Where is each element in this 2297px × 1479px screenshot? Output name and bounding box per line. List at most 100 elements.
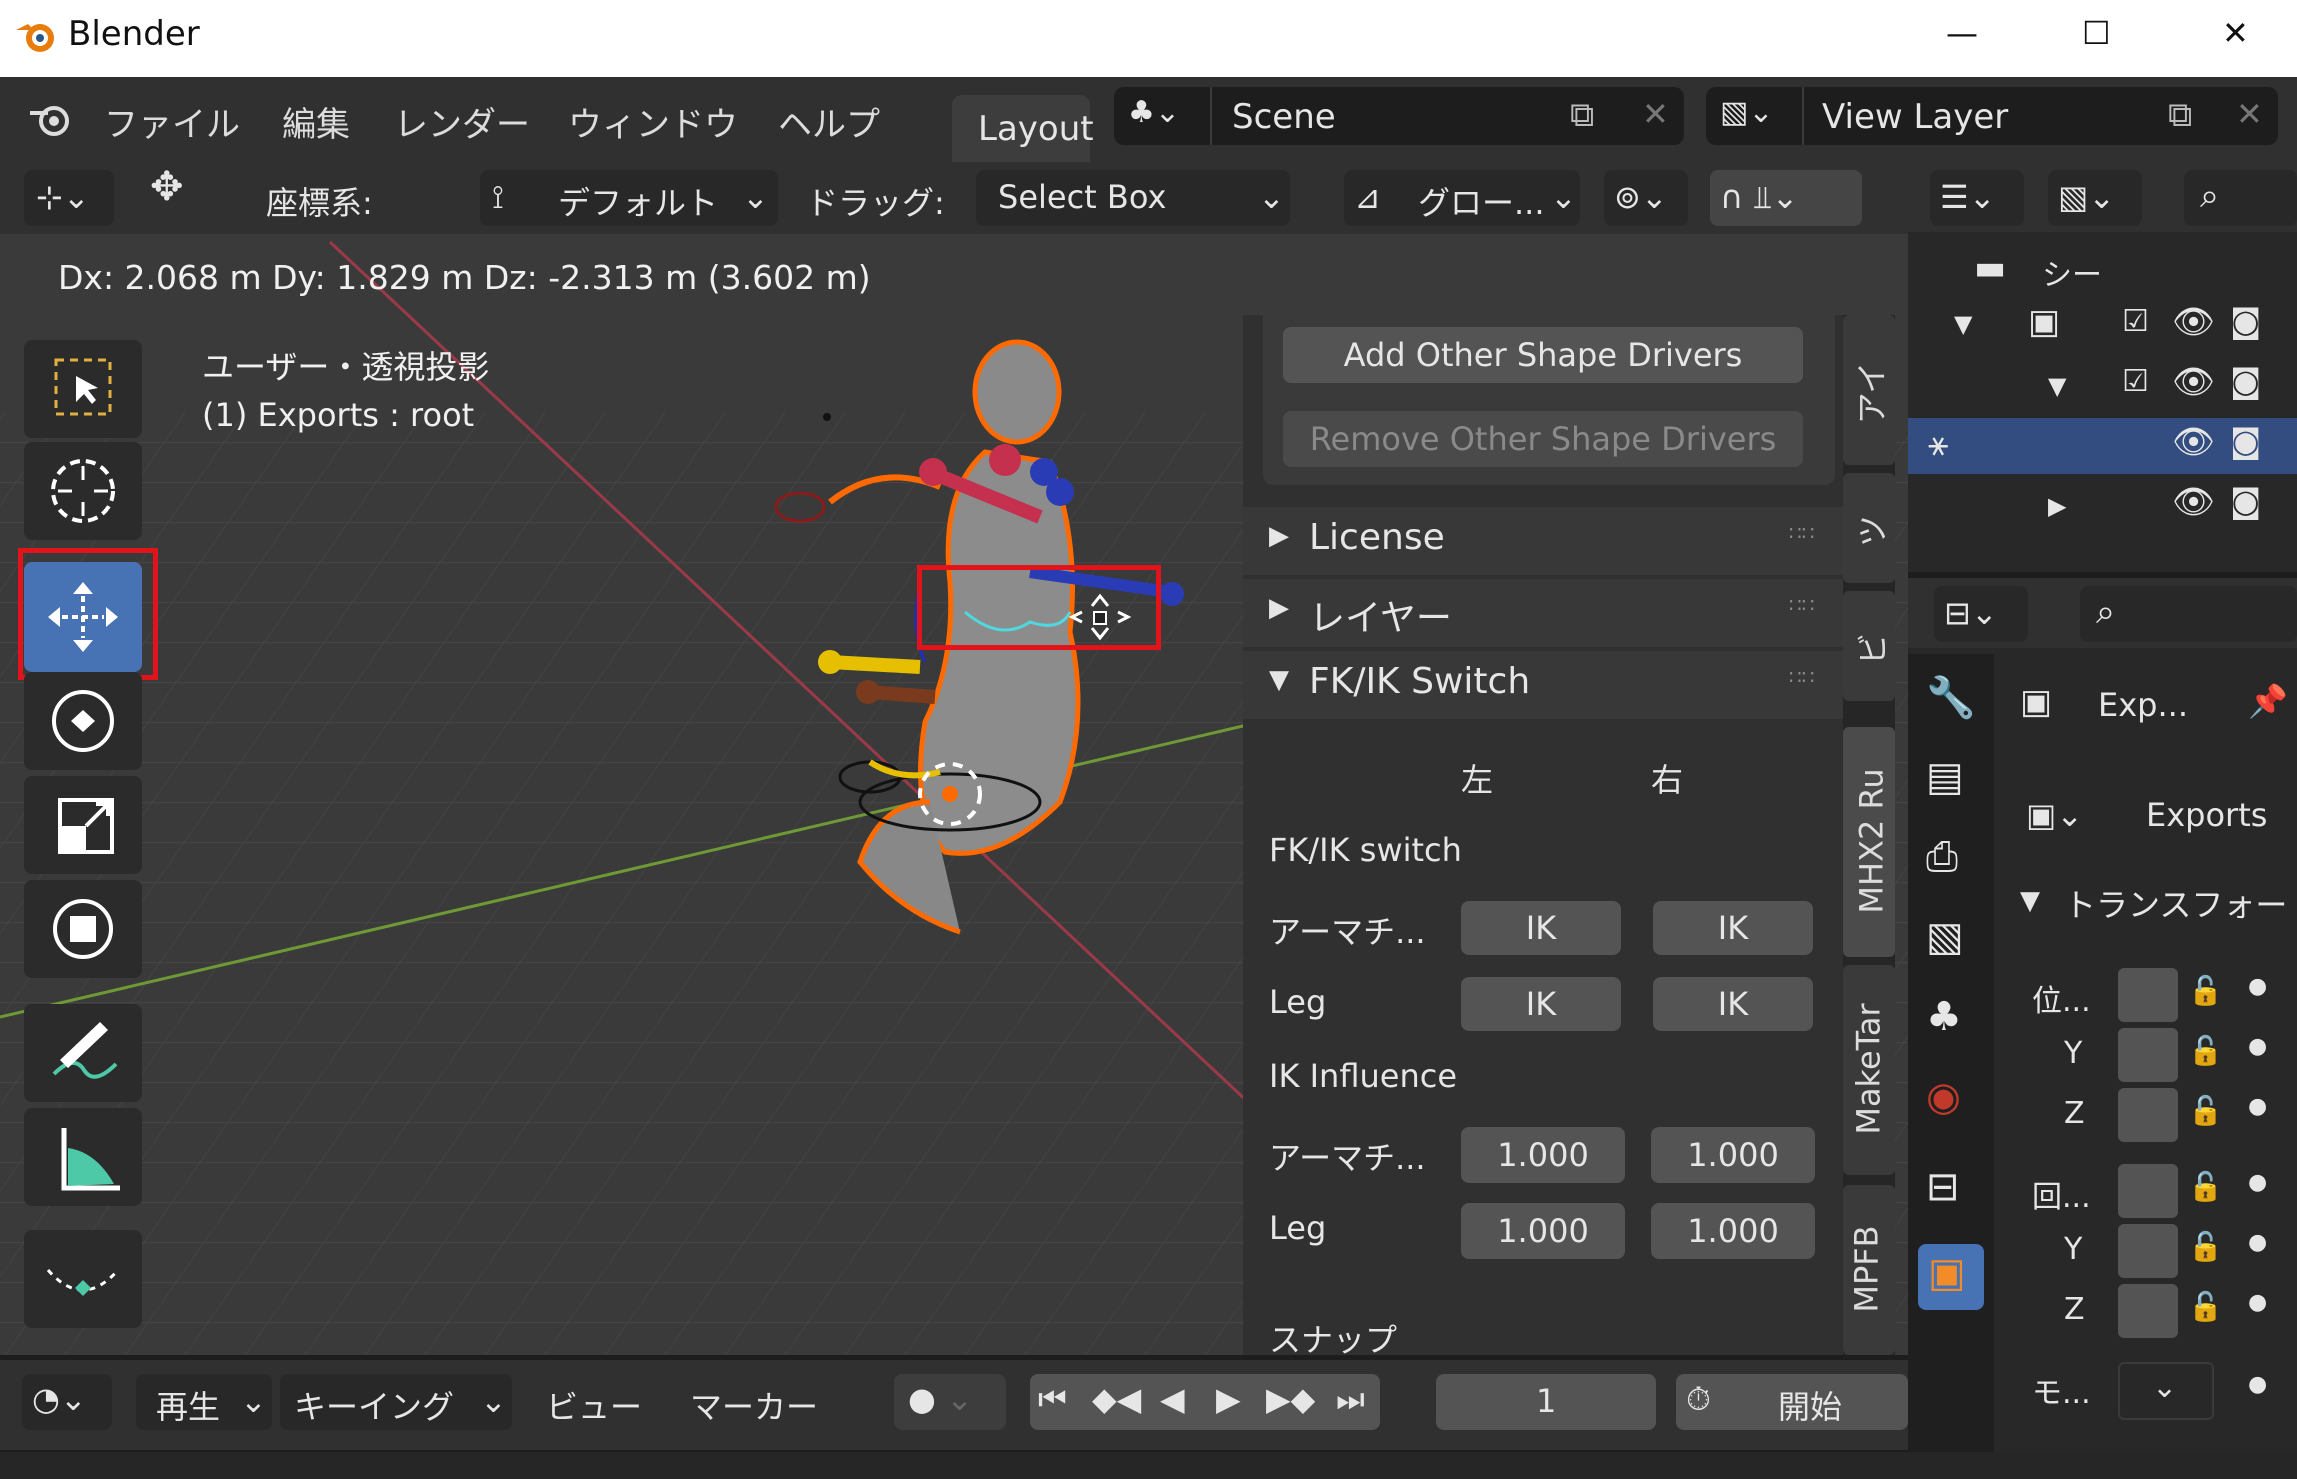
blender-menu-icon[interactable]	[26, 97, 74, 141]
remove-shape-drivers-button[interactable]: Remove Other Shape Drivers	[1283, 411, 1803, 467]
scene-selector[interactable]: ♣⌄ Scene ⧉ ✕	[1114, 87, 1684, 145]
lock-icon[interactable]: 🔓	[2188, 1094, 2223, 1127]
lock-icon[interactable]: 🔓	[2188, 1034, 2223, 1067]
rotation-mode-dropdown[interactable]: ⌄	[2118, 1362, 2214, 1420]
object-tab[interactable]: ▣	[1918, 1244, 1984, 1310]
measure-tool[interactable]	[24, 1108, 142, 1206]
snap-dropdown[interactable]: ∩ ⫫⌄	[1710, 170, 1862, 226]
orientation-dropdown[interactable]: ⟟ デフォルト ⌄	[480, 170, 778, 226]
annotate-tool[interactable]	[24, 1004, 142, 1102]
outliner-row-selected[interactable]: ⚹ 👁 ◙	[1908, 418, 2297, 474]
next-keyframe-icon[interactable]: ▶◆	[1266, 1380, 1315, 1418]
eye-icon[interactable]: 👁	[2172, 302, 2215, 342]
tab-layout[interactable]: Layout	[952, 95, 1094, 162]
transform-section-label[interactable]: トランスフォー	[2064, 880, 2287, 926]
minimize-button[interactable]: —	[1946, 14, 1978, 52]
camera-icon[interactable]: ◙	[2230, 422, 2261, 460]
tab-item[interactable]: アイ	[1843, 315, 1895, 465]
editor-type-dropdown[interactable]: ⊟⌄	[1934, 586, 2028, 642]
properties-search[interactable]: ⌕	[2080, 586, 2297, 642]
keyframe-dot-icon[interactable]: ●	[2248, 1170, 2267, 1195]
scale-tool[interactable]	[24, 776, 142, 874]
add-shape-drivers-button[interactable]: Add Other Shape Drivers	[1283, 327, 1803, 383]
rotate-tool[interactable]	[24, 672, 142, 770]
transform-orientation-dropdown[interactable]: ⊿ グロー... ⌄	[1344, 170, 1580, 226]
jump-end-icon[interactable]: ⏭	[1336, 1380, 1365, 1419]
location-z-field[interactable]	[2118, 1088, 2178, 1142]
eye-icon[interactable]: 👁	[2172, 482, 2215, 522]
menu-help[interactable]: ヘルプ	[778, 97, 880, 146]
new-view-layer-icon[interactable]: ⧉	[2168, 95, 2192, 135]
lock-icon[interactable]: 🔓	[2188, 1230, 2223, 1263]
keyframe-dot-icon[interactable]: ●	[2248, 974, 2267, 999]
select-box-tool[interactable]	[24, 340, 142, 438]
scene-tab-icon[interactable]: ♣	[1926, 994, 1962, 1040]
keyframe-dot-icon[interactable]: ●	[2248, 1230, 2267, 1255]
location-y-field[interactable]	[2118, 1028, 2178, 1082]
expand-arrow-icon[interactable]: ▶	[2048, 492, 2066, 520]
add-tool[interactable]	[24, 1230, 142, 1328]
current-frame-field[interactable]: 1	[1436, 1374, 1656, 1430]
leg-left-ik-button[interactable]: IK	[1461, 977, 1621, 1031]
expand-arrow-icon[interactable]: ▼	[1954, 310, 1972, 338]
lock-icon[interactable]: 🔓	[2188, 1290, 2223, 1323]
view-menu[interactable]: ビュー	[546, 1382, 642, 1428]
menu-render[interactable]: レンダー	[394, 97, 530, 146]
arm-left-influence-field[interactable]: 1.000	[1461, 1127, 1625, 1183]
marker-menu[interactable]: マーカー	[690, 1382, 818, 1428]
play-icon[interactable]: ▶	[1216, 1380, 1241, 1418]
license-section-header[interactable]: ▶ License ∷∷	[1243, 507, 1843, 575]
fkik-section-header[interactable]: ▼ FK/IK Switch ∷∷	[1243, 651, 1843, 719]
arm-right-ik-button[interactable]: IK	[1653, 901, 1813, 955]
prev-keyframe-icon[interactable]: ◆◀	[1092, 1380, 1141, 1418]
object-type-dropdown[interactable]: ▣⌄	[2020, 788, 2112, 844]
delete-scene-icon[interactable]: ✕	[1642, 95, 1669, 133]
play-reverse-icon[interactable]: ◀	[1160, 1380, 1185, 1418]
lock-icon[interactable]: 🔓	[2188, 974, 2223, 1007]
rotation-z-field[interactable]	[2118, 1284, 2178, 1338]
world-tab-icon[interactable]: ◉	[1926, 1074, 1961, 1120]
tab-tool[interactable]: ツ	[1843, 473, 1895, 583]
tool-tab-icon[interactable]: 🔧	[1926, 674, 1976, 721]
tab-mpfb[interactable]: MPFB	[1843, 1185, 1895, 1355]
leg-left-influence-field[interactable]: 1.000	[1461, 1203, 1625, 1259]
object-name-field[interactable]: Exports	[2118, 788, 2297, 844]
leg-right-ik-button[interactable]: IK	[1653, 977, 1813, 1031]
view-layer-selector[interactable]: ▧⌄ View Layer ⧉ ✕	[1706, 87, 2278, 145]
keyframe-dot-icon[interactable]: ●	[2248, 1094, 2267, 1119]
output-tab-icon[interactable]: ⎙	[1926, 834, 1958, 880]
drag-handle-icon[interactable]: ∷∷	[1789, 593, 1814, 617]
display-mode-dropdown[interactable]: ☰⌄	[1930, 170, 2024, 226]
keying-menu[interactable]: キーイング ⌄	[280, 1374, 512, 1430]
transform-pivot-dropdown[interactable]: ⊹⌄	[24, 170, 114, 226]
leg-right-influence-field[interactable]: 1.000	[1651, 1203, 1815, 1259]
maximize-button[interactable]: ☐	[2082, 14, 2111, 52]
drag-handle-icon[interactable]: ∷∷	[1789, 521, 1814, 545]
playback-menu[interactable]: 再生 ⌄	[136, 1374, 272, 1430]
tab-view[interactable]: ビ	[1843, 591, 1895, 701]
rotation-x-field[interactable]	[2118, 1164, 2178, 1218]
camera-icon[interactable]: ◙	[2230, 482, 2261, 520]
close-button[interactable]: ✕	[2222, 14, 2249, 52]
lock-icon[interactable]: 🔓	[2188, 1170, 2223, 1203]
eye-icon[interactable]: 👁	[2172, 362, 2215, 402]
arm-right-influence-field[interactable]: 1.000	[1651, 1127, 1815, 1183]
outliner-search[interactable]: ⌕	[2184, 170, 2297, 226]
tab-mhx2-runtime[interactable]: MHX2 Ru	[1843, 727, 1895, 957]
move-gizmo-icon[interactable]: ✥	[150, 164, 184, 210]
camera-icon[interactable]: ◙	[2230, 302, 2261, 340]
location-x-field[interactable]	[2118, 968, 2178, 1022]
menu-window[interactable]: ウィンドウ	[568, 97, 738, 146]
filter-dropdown[interactable]: ▧⌄	[2048, 170, 2142, 226]
arm-left-ik-button[interactable]: IK	[1461, 901, 1621, 955]
auto-keying-toggle[interactable]: ● ⌄	[894, 1374, 1006, 1430]
checkbox-icon[interactable]: ☑	[2122, 364, 2149, 399]
start-frame-field[interactable]: ⏱ 開始	[1676, 1374, 1908, 1430]
keyframe-dot-icon[interactable]: ●	[2248, 1372, 2267, 1397]
drag-dropdown[interactable]: Select Box ⌄	[976, 170, 1290, 226]
timeline-editor-dropdown[interactable]: ◔⌄	[22, 1374, 112, 1430]
keyframe-dot-icon[interactable]: ●	[2248, 1034, 2267, 1059]
cursor-tool[interactable]	[24, 442, 142, 540]
new-scene-icon[interactable]: ⧉	[1570, 95, 1594, 135]
checkbox-icon[interactable]: ☑	[2122, 304, 2149, 339]
